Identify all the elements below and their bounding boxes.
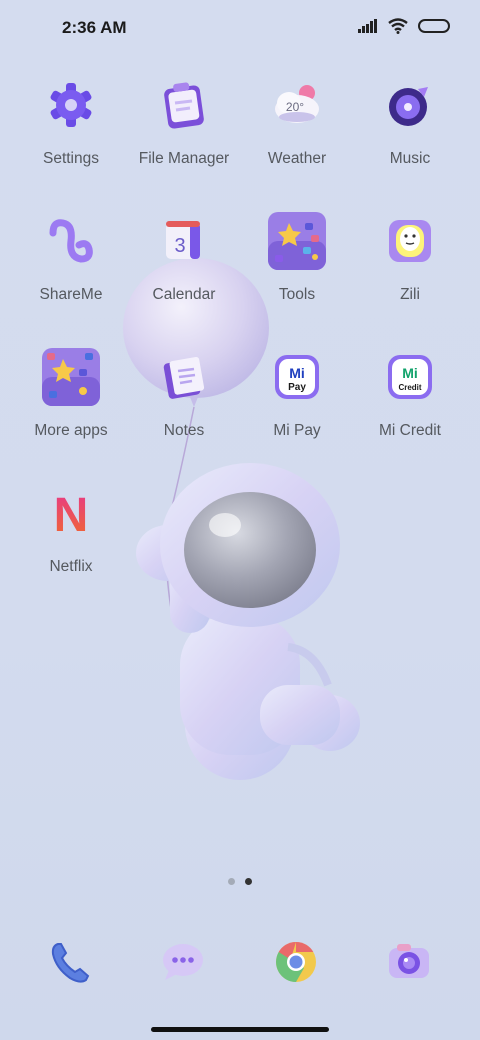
page-indicator[interactable] (0, 878, 480, 885)
app-mi-pay[interactable]: Mi Pay Mi Pay (242, 347, 352, 440)
svg-text:Mi: Mi (289, 365, 305, 381)
messages-icon (163, 944, 203, 980)
app-label: Tools (278, 286, 316, 303)
app-weather[interactable]: 20° Weather (242, 75, 352, 168)
app-zili[interactable]: Zili (355, 211, 465, 304)
astronaut-wallpaper (123, 258, 360, 780)
netflix-letter: N (54, 489, 89, 542)
status-time: 2:36 AM (62, 18, 127, 37)
svg-text:Mi: Mi (402, 365, 418, 381)
page-dot-1[interactable] (228, 878, 235, 885)
app-label: Zili (400, 286, 420, 303)
dock-camera[interactable] (379, 932, 439, 992)
mi-pay-text: Pay (288, 382, 306, 393)
netflix-n-icon: N (41, 483, 101, 543)
signal-icon (358, 19, 377, 33)
chrome-icon (276, 942, 316, 982)
infinity-loop-icon (41, 211, 101, 271)
app-calendar[interactable]: 3 Calendar (129, 211, 239, 304)
status-icons (358, 18, 450, 34)
app-label: Weather (267, 150, 327, 167)
app-notes[interactable]: Notes (129, 347, 239, 440)
page-dot-2[interactable] (245, 878, 252, 885)
zili-face-icon (380, 211, 440, 271)
status-bar: 2:36 AM (0, 0, 480, 56)
app-file-manager[interactable]: File Manager (129, 75, 239, 168)
mi-credit-text: Credit (398, 383, 421, 392)
folder-grid-icon (267, 211, 327, 271)
dock-phone[interactable] (40, 932, 100, 992)
app-label: Mi Pay (273, 422, 321, 439)
app-tools[interactable]: Tools (242, 211, 352, 304)
phone-icon (51, 943, 90, 983)
app-label: Notes (163, 422, 205, 439)
app-label: More apps (34, 422, 108, 439)
app-label: Music (389, 150, 431, 167)
app-netflix[interactable]: N Netflix (16, 483, 126, 576)
dock-messages[interactable] (153, 932, 213, 992)
app-label: File Manager (138, 150, 230, 167)
mi-pay-icon: Mi Pay (267, 347, 327, 407)
app-label: Settings (42, 150, 99, 167)
dock-chrome[interactable] (266, 932, 326, 992)
wifi-icon (388, 18, 408, 34)
clipboard-icon (154, 75, 214, 135)
app-label: Netflix (49, 558, 93, 575)
home-gesture-bar[interactable] (151, 1027, 329, 1032)
app-more-apps[interactable]: More apps (16, 347, 126, 440)
notebook-icon (154, 347, 214, 407)
app-settings[interactable]: Settings (16, 75, 126, 168)
app-mi-credit[interactable]: Mi Credit Mi Credit (355, 347, 465, 440)
app-label: Calendar (152, 286, 216, 303)
calendar-day: 3 (174, 235, 185, 257)
camera-icon (389, 944, 429, 978)
calendar-icon: 3 (154, 211, 214, 271)
battery-icon (418, 19, 450, 33)
app-label: ShareMe (39, 286, 103, 303)
weather-temp: 20° (286, 100, 304, 114)
app-shareme[interactable]: ShareMe (16, 211, 126, 304)
app-music[interactable]: Music (355, 75, 465, 168)
mi-credit-icon: Mi Credit (380, 347, 440, 407)
weather-cloud-icon: 20° (267, 75, 327, 135)
app-label: Mi Credit (378, 422, 441, 439)
gear-icon (41, 75, 101, 135)
music-disc-icon (380, 75, 440, 135)
folder-grid-icon (41, 347, 101, 407)
